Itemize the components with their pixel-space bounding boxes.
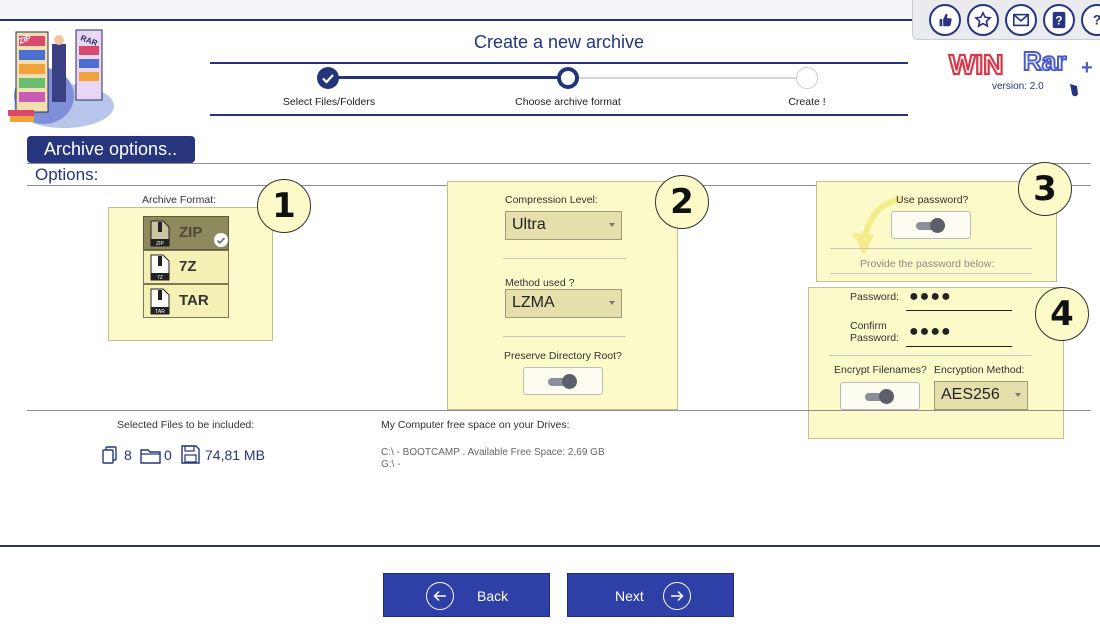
drives-label: My Computer free space on your Drives: [381, 419, 570, 431]
format-option-tar[interactable]: TAR TAR [143, 284, 229, 318]
star-icon[interactable] [967, 4, 999, 36]
page-title: Create a new archive [473, 32, 645, 52]
compression-level-label: Compression Level: [505, 194, 598, 206]
selected-files-label: Selected Files to be included: [117, 419, 255, 431]
compression-divider-2 [503, 336, 626, 337]
summary-rule [27, 410, 1091, 411]
svg-text:+: + [1081, 57, 1093, 79]
archive-format-label: Archive Format: [142, 194, 217, 206]
confirm-underline [906, 346, 1012, 347]
method-label: Method used ? [505, 277, 575, 289]
step-line-done [328, 76, 568, 79]
chevron-down-icon [1015, 393, 1021, 397]
folders-count: 0 [164, 447, 172, 463]
encryption-method-value: AES256 [941, 386, 1000, 403]
step-2-current-icon [557, 67, 579, 89]
step-1-label: Select Files/Folders [282, 96, 376, 108]
chevron-down-icon [609, 223, 615, 227]
password-divider [830, 248, 1032, 249]
format-name-tar: TAR [179, 292, 209, 309]
use-password-label: Use password? [896, 194, 969, 206]
svg-text:Rar: Rar [1023, 46, 1066, 76]
total-size: 74,81 MB [205, 447, 265, 463]
encryption-method-select[interactable]: AES256 [934, 381, 1028, 410]
chevron-down-icon [609, 301, 615, 305]
disk-icon [181, 445, 200, 464]
callout-3: 3 [1018, 162, 1072, 216]
help-icon[interactable]: ? [1043, 4, 1075, 36]
confirm-password-input[interactable]: ●●●● [909, 323, 952, 341]
password-hint: Provide the password below: [860, 258, 995, 270]
drive-c-line: C:\ - BOOTCAMP . Available Free Space: 2… [381, 447, 605, 458]
callout-4: 4 [1035, 287, 1089, 341]
format-name-7z: 7Z [179, 258, 197, 275]
step-3-label: Create ! [788, 96, 826, 108]
version-label: version: 2.0 [992, 81, 1044, 92]
encryption-method-label: Encryption Method: [934, 364, 1025, 376]
encrypt-filenames-toggle[interactable] [840, 382, 920, 410]
compression-level-value: Ultra [512, 216, 546, 233]
password-fields-divider [829, 355, 1031, 356]
encrypt-filenames-label: Encrypt Filenames? [834, 364, 927, 376]
svg-text:?: ? [1093, 13, 1100, 28]
back-button[interactable]: Back [383, 573, 550, 617]
svg-text:7Z: 7Z [157, 275, 163, 281]
confirm-label-line-2: Password: [850, 332, 900, 344]
confirm-label-line-1: Confirm [850, 320, 887, 332]
preserve-root-label: Preserve Directory Root? [504, 350, 622, 362]
compression-divider-1 [503, 258, 626, 259]
files-count: 8 [124, 447, 132, 463]
password-underline [906, 310, 1012, 311]
thumbs-up-icon[interactable] [929, 4, 961, 36]
drive-g-line: G:\ - [381, 459, 401, 470]
selected-check-icon [214, 233, 228, 247]
arrow-right-icon [663, 582, 691, 610]
format-option-7z[interactable]: 7Z 7Z [143, 250, 229, 284]
svg-text:WIN: WIN [949, 49, 1003, 80]
format-name-zip: ZIP [179, 224, 203, 241]
method-value: LZMA [512, 294, 555, 311]
svg-text:?: ? [1055, 15, 1062, 28]
options-label: Options: [35, 165, 99, 184]
help-icon[interactable]: ? [1081, 4, 1100, 36]
arrow-left-icon [426, 582, 454, 610]
next-button[interactable]: Next [567, 573, 734, 617]
folder-icon [140, 447, 161, 464]
archive-illustration: ZIP RAR [6, 24, 116, 129]
footer-rule [0, 545, 1100, 547]
method-select[interactable]: LZMA [505, 289, 622, 318]
password-input[interactable]: ●●●● [909, 288, 952, 306]
callout-2: 2 [655, 175, 709, 229]
callout-1: 1 [257, 179, 311, 233]
step-1-done-icon [317, 67, 339, 89]
next-button-label: Next [615, 588, 644, 604]
archive-options-button[interactable]: Archive options.. [27, 136, 195, 163]
preserve-root-toggle[interactable] [523, 367, 603, 395]
svg-text:ZIP: ZIP [156, 241, 164, 247]
password-label: Password: [850, 291, 900, 303]
mail-icon[interactable] [1005, 4, 1037, 36]
back-button-label: Back [477, 588, 509, 604]
files-icon [102, 446, 118, 464]
title-rule [210, 62, 908, 64]
svg-text:TAR: TAR [155, 309, 165, 315]
use-password-toggle[interactable] [891, 211, 971, 239]
step-line-pending [568, 77, 808, 79]
toolbar-icons: ? ? [912, 0, 1100, 40]
compression-level-select[interactable]: Ultra [505, 211, 622, 240]
step-3-pending-icon [796, 67, 818, 89]
stepper-rule [210, 114, 908, 116]
section-rule-top [27, 163, 1091, 164]
step-2-label: Choose archive format [515, 96, 621, 108]
password-hint-underline [830, 273, 1032, 274]
format-option-zip[interactable]: ZIP ZIP [143, 216, 229, 250]
